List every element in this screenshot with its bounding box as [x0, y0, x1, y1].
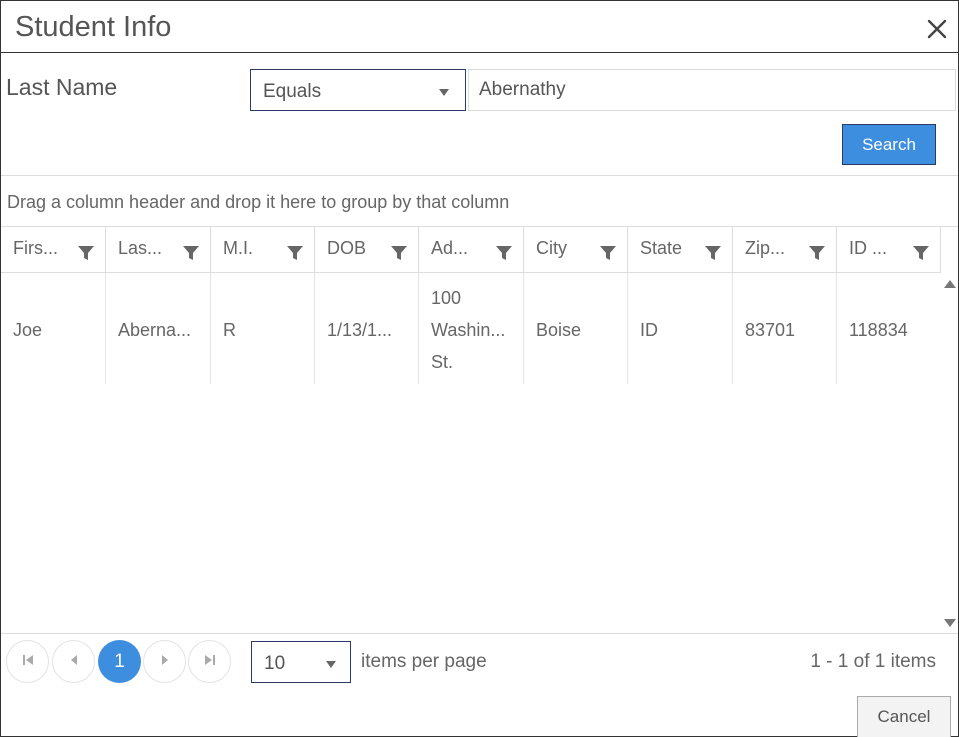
- cell-zip: 83701: [733, 273, 837, 384]
- column-label: Zip...: [745, 238, 786, 258]
- filter-icon[interactable]: [599, 244, 617, 262]
- group-hint: Drag a column header and drop it here to…: [7, 192, 510, 212]
- column-label: Las...: [118, 238, 163, 258]
- grid-header: Firs... Las... M.I. DOB Ad... City State: [1, 227, 941, 273]
- column-label: DOB: [327, 238, 367, 258]
- filter-icon[interactable]: [77, 244, 95, 262]
- cell-address: 100 Washin... St.: [419, 273, 524, 384]
- items-per-page-label: items per page: [361, 651, 487, 672]
- operator-dropdown[interactable]: Equals: [250, 69, 466, 111]
- last-name-input[interactable]: [468, 69, 956, 111]
- page-size-value: 10: [264, 653, 286, 674]
- cell-state: ID: [628, 273, 733, 384]
- cell-text: ID: [640, 320, 658, 340]
- cell-text: 100: [431, 288, 462, 308]
- cell-mi: R: [211, 273, 315, 384]
- cell-text: St.: [431, 352, 454, 372]
- pager: 1 10 items per page 1 - 1 of 1 items: [1, 633, 958, 691]
- pager-info: 1 - 1 of 1 items: [810, 651, 936, 672]
- column-label: State: [640, 238, 683, 258]
- column-header-city[interactable]: City: [524, 227, 628, 273]
- cell-text: Washin...: [431, 320, 506, 340]
- cell-text: 1/13/1...: [327, 320, 393, 340]
- filter-icon[interactable]: [704, 244, 722, 262]
- cancel-button[interactable]: Cancel: [857, 696, 951, 737]
- scroll-up-icon[interactable]: [944, 280, 956, 288]
- filter-icon[interactable]: [390, 244, 408, 262]
- column-header-dob[interactable]: DOB: [315, 227, 419, 273]
- first-page-button[interactable]: [6, 640, 49, 683]
- scroll-down-icon[interactable]: [944, 619, 956, 627]
- chevron-left-icon: [69, 653, 79, 671]
- dialog-titlebar: Student Info: [1, 1, 958, 53]
- last-page-button[interactable]: [188, 640, 231, 683]
- vertical-scrollbar[interactable]: [941, 273, 958, 633]
- column-label: Firs...: [13, 238, 58, 258]
- column-label: City: [536, 238, 567, 258]
- cell-first-name: Joe: [1, 273, 106, 384]
- column-label: ID ...: [849, 238, 888, 258]
- cell-text: 83701: [745, 320, 796, 340]
- cell-dob: 1/13/1...: [315, 273, 419, 384]
- filter-icon[interactable]: [182, 244, 200, 262]
- column-header-zip[interactable]: Zip...: [733, 227, 837, 273]
- group-drop-area[interactable]: Drag a column header and drop it here to…: [1, 175, 958, 227]
- cell-last-name: Aberna...: [106, 273, 211, 384]
- previous-page-button[interactable]: [52, 640, 95, 683]
- cell-text: Aberna...: [118, 320, 192, 340]
- first-page-icon: [22, 653, 34, 671]
- page-1-button[interactable]: 1: [98, 640, 141, 683]
- column-header-state[interactable]: State: [628, 227, 733, 273]
- chevron-right-icon: [160, 653, 170, 671]
- filter-label: Last Name: [6, 74, 118, 100]
- close-icon[interactable]: [926, 18, 948, 40]
- page-size-dropdown[interactable]: 10: [251, 641, 351, 683]
- last-page-icon: [204, 653, 216, 671]
- filter-icon[interactable]: [912, 244, 930, 262]
- chevron-down-icon: [439, 89, 449, 96]
- grid-body: Joe Aberna... R 1/13/1... 100 Washin... …: [1, 273, 958, 633]
- table-row[interactable]: Joe Aberna... R 1/13/1... 100 Washin... …: [1, 273, 941, 384]
- column-header-id[interactable]: ID ...: [837, 227, 941, 273]
- student-info-dialog: Student Info Last Name Equals Search Dra…: [0, 0, 959, 737]
- cell-text: Boise: [536, 320, 582, 340]
- search-button[interactable]: Search: [842, 124, 936, 165]
- filter-icon[interactable]: [286, 244, 304, 262]
- cell-text: R: [223, 320, 236, 340]
- operator-value: Equals: [263, 81, 322, 102]
- column-header-last-name[interactable]: Las...: [106, 227, 211, 273]
- dialog-title: Student Info: [15, 11, 172, 43]
- column-label: M.I.: [223, 238, 253, 258]
- cell-city: Boise: [524, 273, 628, 384]
- next-page-button[interactable]: [143, 640, 186, 683]
- filter-icon[interactable]: [495, 244, 513, 262]
- column-label: Ad...: [431, 238, 469, 258]
- cell-text: 118834: [849, 320, 908, 340]
- cell-text: Joe: [13, 320, 43, 340]
- filter-icon[interactable]: [808, 244, 826, 262]
- column-header-address[interactable]: Ad...: [419, 227, 524, 273]
- cell-id: 118834: [837, 273, 941, 384]
- column-header-mi[interactable]: M.I.: [211, 227, 315, 273]
- column-header-first-name[interactable]: Firs...: [1, 227, 106, 273]
- chevron-down-icon: [326, 661, 336, 668]
